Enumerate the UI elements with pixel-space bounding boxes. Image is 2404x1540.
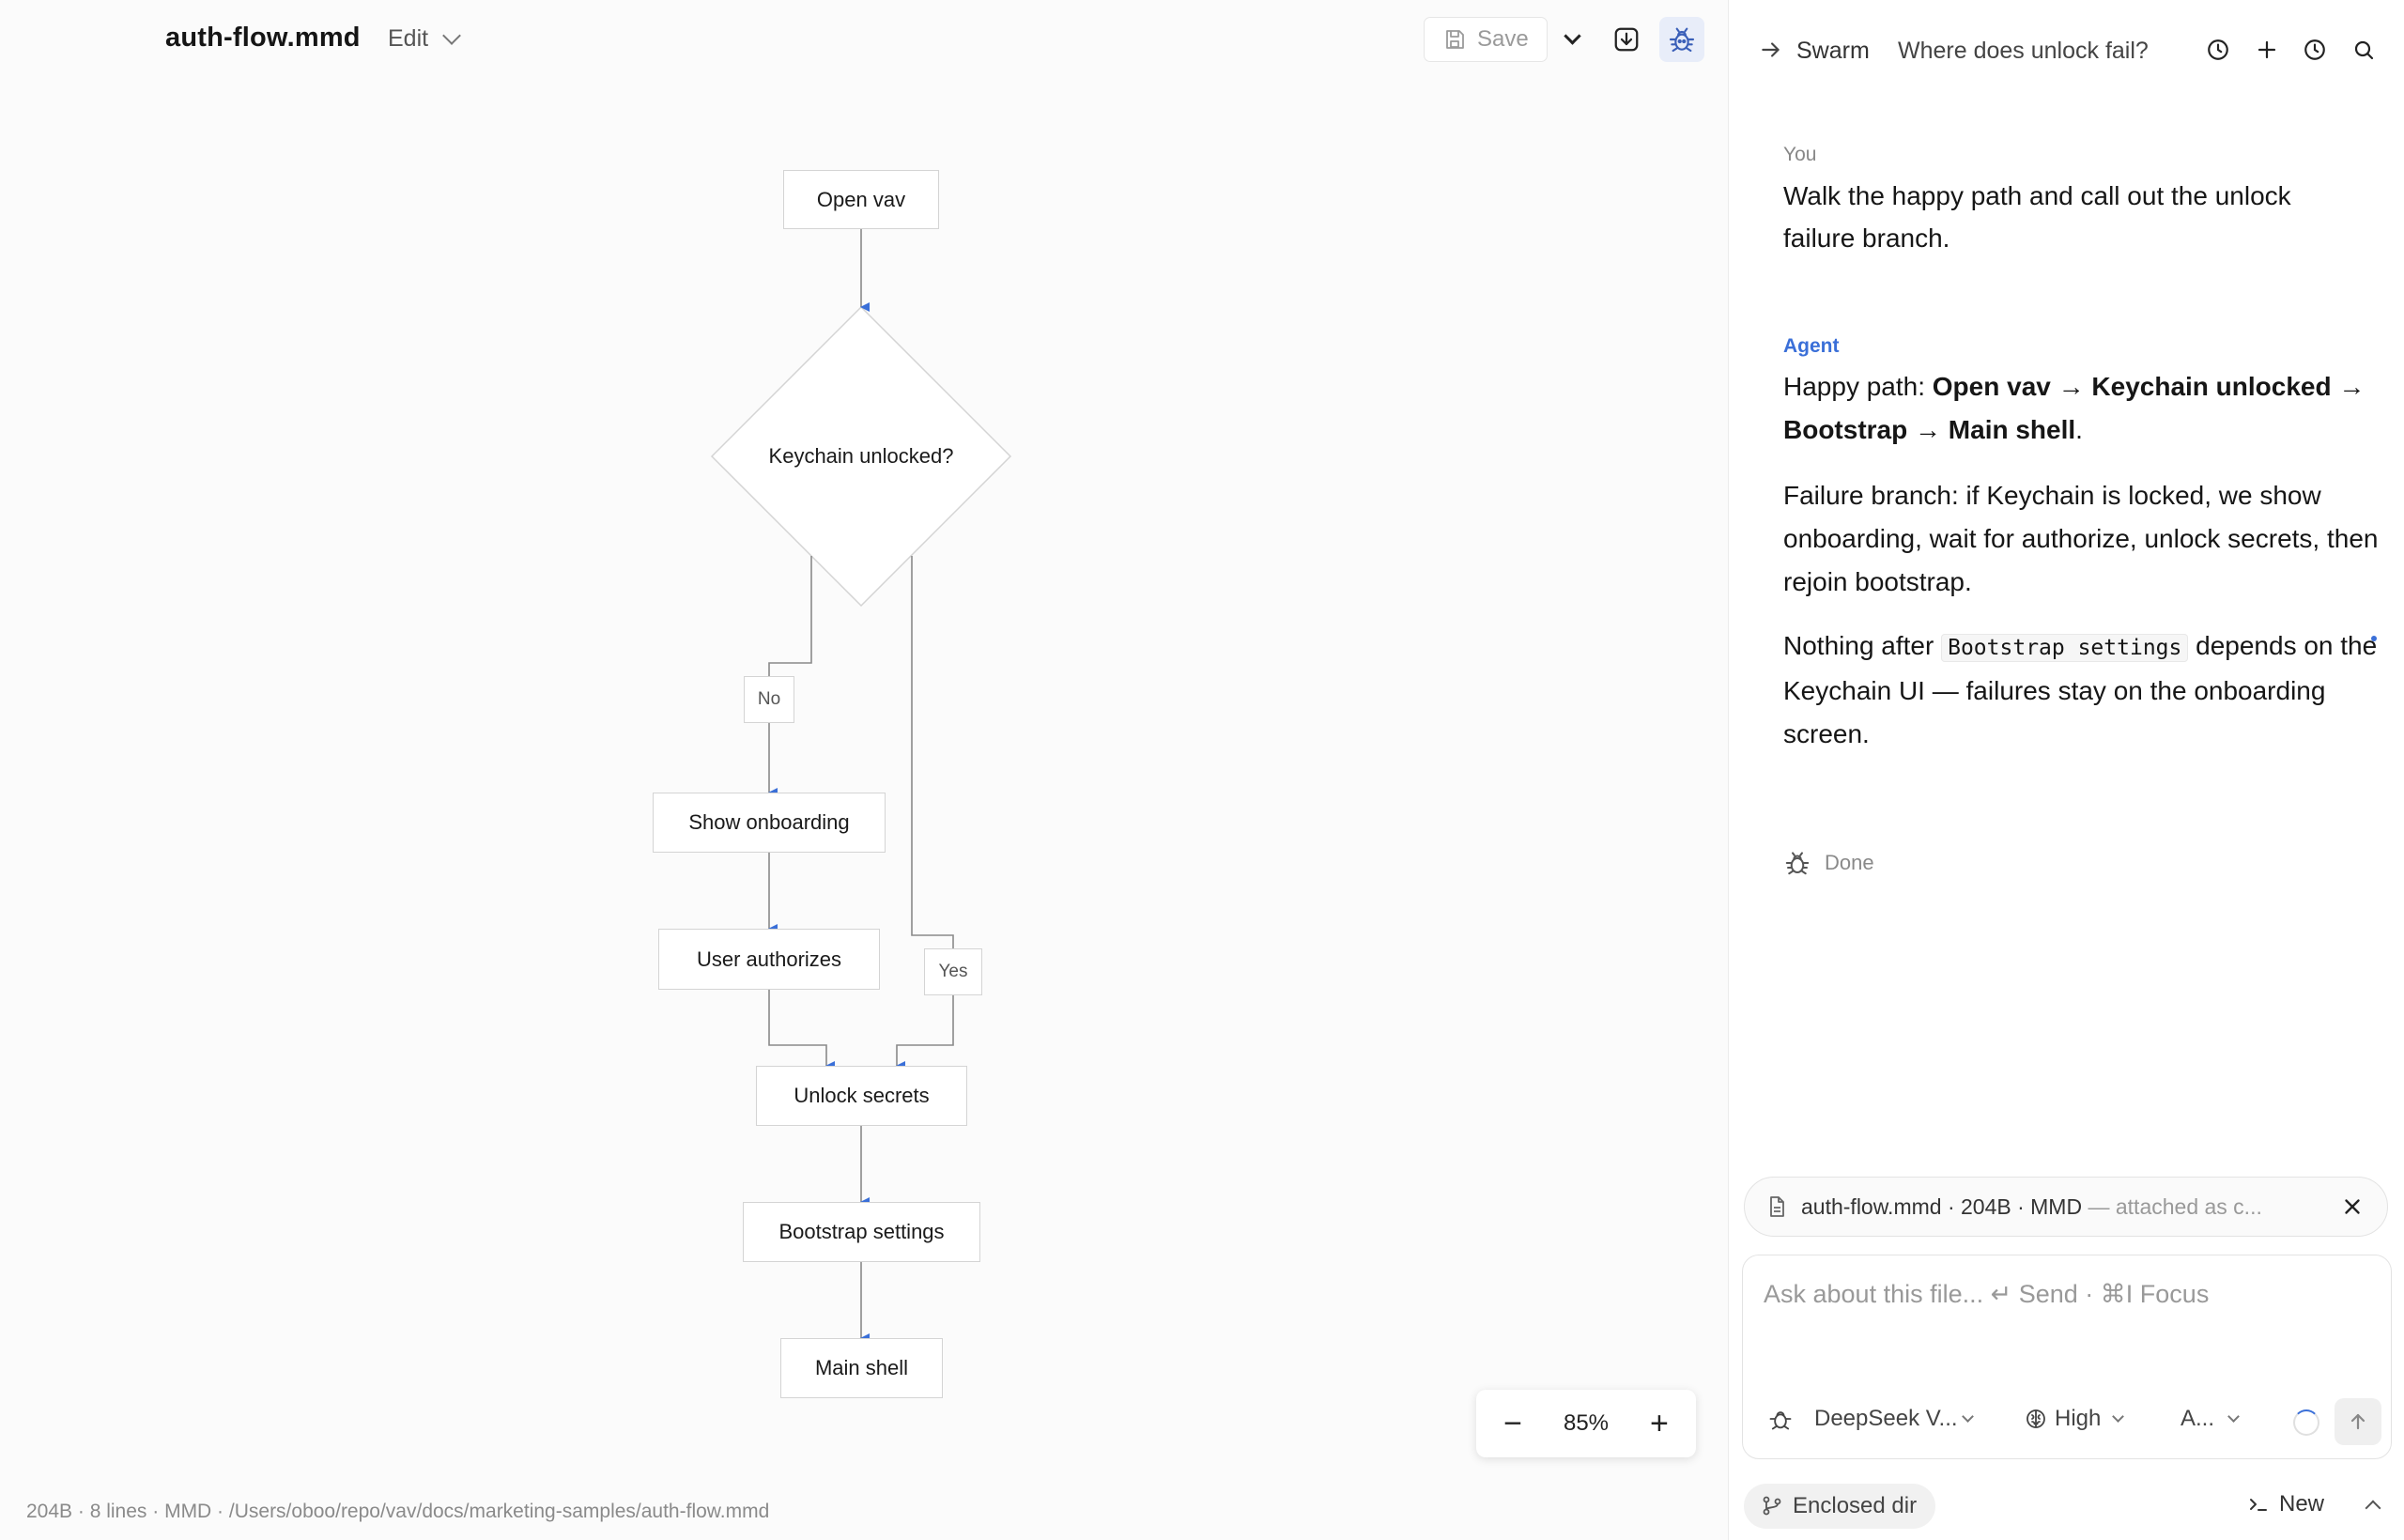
node-open-vav[interactable]: Open vav bbox=[783, 170, 939, 229]
terminal-icon bbox=[2250, 1499, 2267, 1511]
recent-button[interactable] bbox=[2301, 36, 2329, 64]
save-options-button[interactable] bbox=[1555, 17, 1589, 62]
user-message: Walk the happy path and call out the unl… bbox=[1783, 181, 2291, 253]
effort-label: High bbox=[2055, 1406, 2102, 1431]
file-title: auth-flow.mmd bbox=[165, 23, 361, 53]
indicator-dot bbox=[2371, 636, 2377, 641]
agent-message-paragraph: Nothing after Bootstrap settings depends… bbox=[1783, 631, 2378, 748]
status-label: Done bbox=[1825, 851, 1874, 874]
node-user-authorizes[interactable]: User authorizes bbox=[658, 929, 880, 990]
edge-authorize-to-unlock bbox=[768, 990, 835, 1070]
chevron-down-icon bbox=[1563, 26, 1581, 45]
loading-spinner-icon bbox=[2293, 1409, 2319, 1436]
edge-no bbox=[768, 556, 812, 676]
conversation-title: Where does unlock fail? bbox=[1898, 38, 2149, 64]
search-icon bbox=[2354, 40, 2374, 60]
arrow-up-icon bbox=[2350, 1413, 2365, 1430]
bug-agent-icon bbox=[1785, 852, 1810, 875]
chat-header: Swarm Where does unlock fail? bbox=[1729, 0, 2404, 94]
chevron-down-icon bbox=[442, 25, 461, 45]
floppy-disk-icon bbox=[1446, 30, 1464, 49]
chevron-down-icon bbox=[2227, 1410, 2240, 1423]
new-chat-button[interactable] bbox=[2253, 36, 2281, 64]
edge-label-yes: Yes bbox=[924, 948, 982, 995]
edge-yes bbox=[911, 556, 954, 948]
composer-toolbar: DeepSeek V... High A... bbox=[1743, 1398, 2393, 1445]
node-keychain-unlocked[interactable]: Keychain unlocked? bbox=[711, 444, 1011, 469]
chevron-down-icon bbox=[1961, 1410, 1974, 1423]
node-bootstrap-settings[interactable]: Bootstrap settings bbox=[743, 1202, 980, 1262]
message-composer[interactable]: Ask about this file... ↵ Send · ⌘I Focus… bbox=[1742, 1255, 2392, 1459]
bug-agent-icon bbox=[1769, 1411, 1792, 1430]
bug-agent-icon bbox=[1669, 27, 1695, 53]
node-unlock-secrets[interactable]: Unlock secrets bbox=[756, 1066, 967, 1126]
agent-message-paragraph: Failure branch: if Keychain is locked, w… bbox=[1783, 481, 2379, 596]
save-button[interactable]: Save bbox=[1424, 17, 1548, 62]
agent-status: Done bbox=[1783, 849, 1874, 877]
export-button[interactable] bbox=[1604, 17, 1649, 62]
editor-header: auth-flow.mmd Edit Save bbox=[0, 0, 1728, 81]
chat-footer: Enclosed dir New bbox=[1729, 1484, 2404, 1529]
close-icon[interactable] bbox=[2340, 1194, 2365, 1219]
flowchart-canvas[interactable]: Open vav Keychain unlocked? No Show onbo… bbox=[0, 85, 1728, 1427]
brain-icon bbox=[2026, 1409, 2045, 1428]
composer-input[interactable]: Ask about this file... ↵ Send · ⌘I Focus bbox=[1764, 1280, 2209, 1309]
mode-selector[interactable]: A... bbox=[2181, 1406, 2240, 1432]
plus-icon bbox=[2258, 40, 2276, 59]
save-label: Save bbox=[1477, 26, 1529, 52]
inline-code: Bootstrap settings bbox=[1941, 634, 2189, 662]
model-label: DeepSeek V... bbox=[1814, 1406, 1958, 1431]
clock-icon bbox=[2304, 39, 2325, 60]
attachment-pill[interactable]: auth-flow.mmd · 204B · MMD — attached as… bbox=[1744, 1177, 2388, 1237]
history-button[interactable] bbox=[2204, 36, 2232, 64]
node-show-onboarding[interactable]: Show onboarding bbox=[653, 793, 886, 853]
download-box-icon bbox=[1614, 27, 1639, 52]
chevron-down-icon bbox=[2112, 1410, 2125, 1423]
edge-label-no: No bbox=[744, 676, 794, 723]
swarm-label[interactable]: Swarm bbox=[1796, 38, 1870, 65]
new-label: New bbox=[2279, 1491, 2325, 1517]
zoom-out-button[interactable]: − bbox=[1497, 1408, 1529, 1440]
agent-message-paragraph: Happy path: Open vav → Keychain unlocked… bbox=[1783, 372, 2365, 444]
attachment-text: auth-flow.mmd · 204B · MMD — attached as… bbox=[1801, 1194, 2262, 1219]
agent-toggle-button[interactable] bbox=[1659, 17, 1704, 62]
chat-pane: Swarm Where does unlock fail? You Walk t… bbox=[1728, 0, 2404, 1540]
search-button[interactable] bbox=[2350, 36, 2378, 64]
new-terminal-button[interactable]: New bbox=[2247, 1491, 2324, 1517]
enclosed-dir-button[interactable]: Enclosed dir bbox=[1744, 1484, 1936, 1529]
clock-icon bbox=[2208, 39, 2228, 60]
zoom-in-button[interactable]: + bbox=[1643, 1408, 1675, 1440]
agent-role-label: Agent bbox=[1783, 335, 1840, 357]
git-branch-icon bbox=[1763, 1496, 1781, 1516]
arrow-right-icon[interactable] bbox=[1759, 38, 1783, 62]
mode-selector-label: A... bbox=[2181, 1406, 2215, 1431]
mode-label: Edit bbox=[388, 25, 429, 52]
file-icon bbox=[1770, 1196, 1784, 1217]
user-role-label: You bbox=[1783, 144, 1817, 165]
edge-yes-to-unlock bbox=[896, 995, 954, 1070]
model-selector[interactable]: DeepSeek V... bbox=[1767, 1406, 1974, 1432]
dir-label: Enclosed dir bbox=[1793, 1493, 1918, 1518]
node-main-shell[interactable]: Main shell bbox=[780, 1338, 943, 1398]
zoom-control: − 85% + bbox=[1476, 1390, 1696, 1457]
mode-menu[interactable]: Edit bbox=[388, 25, 461, 53]
status-bar: 204B · 8 lines · MMD · /Users/oboo/repo/… bbox=[26, 1501, 770, 1522]
effort-selector[interactable]: High bbox=[2025, 1406, 2125, 1432]
send-button[interactable] bbox=[2335, 1398, 2381, 1445]
zoom-level: 85% bbox=[1563, 1410, 1610, 1436]
editor-pane: auth-flow.mmd Edit Save Open vav Keychai… bbox=[0, 0, 1728, 1540]
chevron-up-icon[interactable] bbox=[2365, 1500, 2381, 1517]
